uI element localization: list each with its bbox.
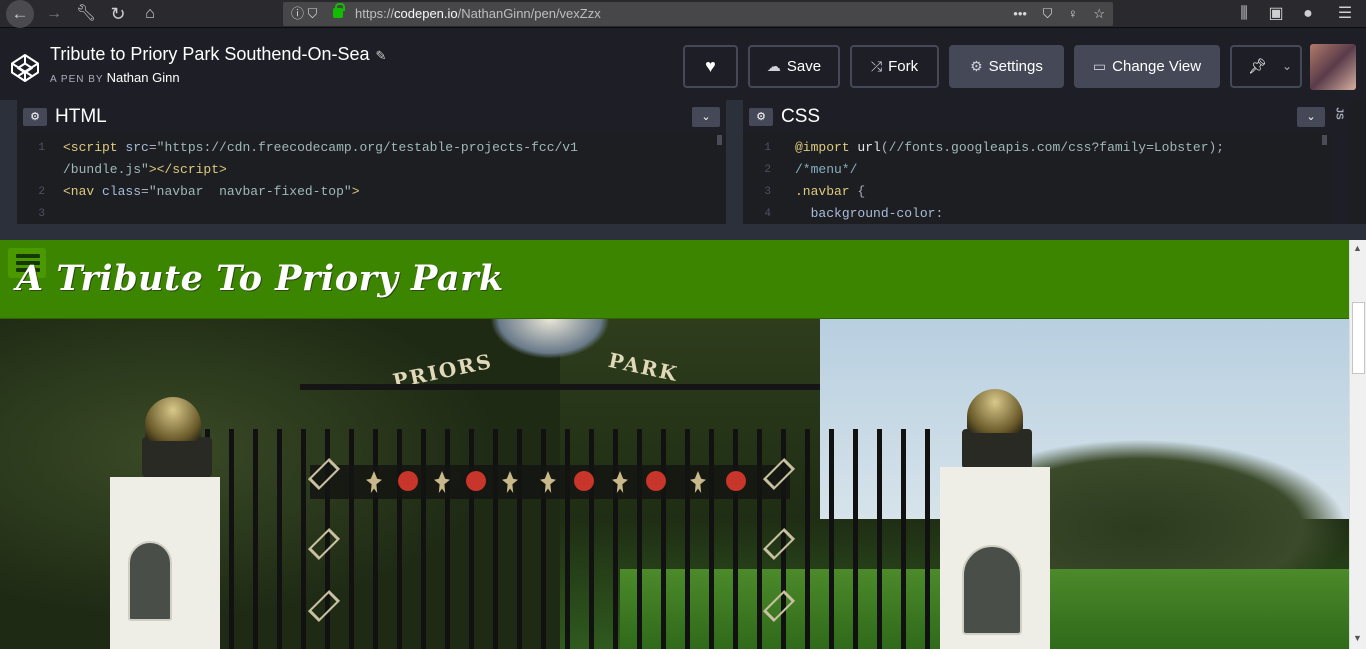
codepen-header: Tribute to Priory Park Southend-On-Sea ✎ … — [0, 34, 1366, 100]
url-text[interactable]: https://codepen.io/NathanGinn/pen/vexZzx — [355, 2, 601, 26]
js-editor-title: JS — [1333, 107, 1345, 120]
scrollbar-thumb[interactable] — [1352, 302, 1365, 374]
html-collapse-chevron-icon[interactable]: ⌄ — [692, 107, 720, 127]
line-number: 4 — [764, 208, 771, 220]
pocket-icon[interactable]: ⛉ — [1043, 2, 1053, 26]
css-settings-gear-icon[interactable]: ⚙ — [749, 108, 773, 126]
save-button[interactable]: ☁ Save — [748, 45, 840, 88]
url-path: /NathanGinn/pen/vexZzx — [457, 6, 601, 21]
editor-scrollbar[interactable] — [1322, 135, 1327, 145]
browser-toolbar: ← → 🔧︎ ↻ ⌂ ⓘ ⛉ https://codepen.io/Nathan… — [0, 0, 1366, 28]
html-editor: ⚙ HTML ⌄ 1 2 3 <script src="https://cdn.… — [17, 100, 726, 224]
chevron-down-icon[interactable]: ⌄ — [1282, 47, 1292, 86]
reload-icon[interactable]: ↻ — [106, 2, 130, 26]
back-arrow-icon[interactable]: ← — [6, 0, 34, 28]
editor-panels: ⚙ HTML ⌄ 1 2 3 <script src="https://cdn.… — [0, 100, 1366, 240]
park-gate-photo: PRIORS PARK — [0, 319, 1349, 649]
avatar[interactable] — [1310, 44, 1356, 90]
pencil-icon[interactable]: ✎ — [375, 48, 386, 63]
gear-icon: ⚙ — [970, 58, 983, 74]
url-domain: codepen.io — [394, 6, 458, 21]
heart-icon: ♥ — [705, 56, 716, 76]
code-lines: <script src="https://cdn.freecodecamp.or… — [63, 140, 578, 199]
html-editor-title: HTML — [55, 106, 107, 127]
css-collapse-chevron-icon[interactable]: ⌄ — [1297, 107, 1325, 127]
save-label: Save — [786, 58, 822, 75]
line-number: 2 — [764, 164, 771, 176]
home-icon[interactable]: ⌂ — [138, 2, 162, 26]
html-settings-gear-icon[interactable]: ⚙ — [23, 108, 47, 126]
site-title: A Tribute To Priory Park — [16, 258, 504, 299]
pen-title[interactable]: Tribute to Priory Park Southend-On-Sea ✎ — [50, 44, 386, 65]
code-lines: @import url(//fonts.googleapis.com/css?f… — [795, 140, 1225, 221]
site-navbar: A Tribute To Priory Park — [0, 240, 1349, 319]
editor-scrollbar[interactable] — [717, 135, 722, 145]
css-code-area[interactable]: 1 2 3 4 @import url(//fonts.googleapis.c… — [743, 133, 1331, 224]
library-icon[interactable]: ⫼ — [1232, 2, 1256, 26]
author-link[interactable]: Nathan Ginn — [107, 70, 180, 85]
pen-byline: A PEN BY Nathan Ginn — [50, 70, 180, 85]
url-bar[interactable]: ⓘ ⛉ https://codepen.io/NathanGinn/pen/ve… — [283, 2, 1113, 26]
pin-icon: 📌︎ — [1248, 58, 1268, 75]
fork-button[interactable]: ⤮ Fork — [850, 45, 939, 88]
line-number: 1 — [38, 142, 45, 154]
menu-icon[interactable]: ☰ — [1333, 2, 1357, 26]
line-numbers: 1 2 3 4 — [743, 137, 783, 224]
fork-label: Fork — [888, 58, 919, 75]
info-icon[interactable]: ⓘ ⛉ — [291, 2, 317, 26]
preview-scrollbar[interactable]: ▲ ▼ — [1349, 240, 1366, 649]
page-actions-icon[interactable]: ••• — [1013, 2, 1027, 26]
line-number: 3 — [764, 186, 771, 198]
view-icon: ▭ — [1092, 58, 1107, 74]
pin-button[interactable]: 📌︎ ⌄ — [1230, 45, 1302, 88]
codepen-logo-icon[interactable] — [9, 52, 41, 84]
lock-icon — [333, 3, 345, 18]
arch-text-right: PARK — [606, 347, 681, 387]
pen-by-label: A PEN BY — [50, 74, 104, 85]
js-editor-collapsed[interactable]: JS — [1331, 100, 1349, 224]
crest-emblem — [490, 319, 610, 359]
pen-title-text: Tribute to Priory Park Southend-On-Sea — [50, 44, 370, 64]
scroll-up-arrow-icon[interactable]: ▲ — [1353, 243, 1362, 253]
settings-label: Settings — [988, 58, 1043, 75]
css-editor-title: CSS — [781, 106, 821, 127]
line-numbers: 1 2 3 — [17, 137, 57, 224]
preview-frame: A Tribute To Priory Park PRIORS PARK — [0, 240, 1349, 649]
html-code-area[interactable]: 1 2 3 <script src="https://cdn.freecodec… — [17, 133, 726, 224]
css-editor: ⚙ CSS ⌄ 1 2 3 4 @import url(//fonts.goog… — [743, 100, 1331, 224]
editor-scroll-strip — [1349, 100, 1366, 224]
url-prefix: https:// — [355, 6, 395, 21]
lightbulb-icon[interactable]: ♀ — [1068, 2, 1078, 26]
wrench-icon[interactable]: 🔧︎ — [74, 2, 98, 26]
star-icon[interactable]: ☆ — [1093, 2, 1105, 26]
change-view-label: Change View — [1112, 58, 1202, 75]
line-number: 3 — [38, 208, 45, 220]
scroll-down-arrow-icon[interactable]: ▼ — [1353, 633, 1362, 643]
line-number — [17, 159, 57, 181]
heart-button[interactable]: ♥ — [683, 45, 738, 88]
fork-icon: ⤮ — [870, 58, 883, 74]
settings-button[interactable]: ⚙ Settings — [949, 45, 1064, 88]
line-number: 1 — [764, 142, 771, 154]
cloud-icon: ☁ — [766, 58, 781, 74]
line-number: 2 — [38, 186, 45, 198]
account-icon[interactable]: ● — [1296, 2, 1320, 26]
change-view-button[interactable]: ▭ Change View — [1074, 45, 1220, 88]
sidebar-icon[interactable]: ▣ — [1264, 2, 1288, 26]
forward-arrow-icon[interactable]: → — [42, 2, 66, 26]
